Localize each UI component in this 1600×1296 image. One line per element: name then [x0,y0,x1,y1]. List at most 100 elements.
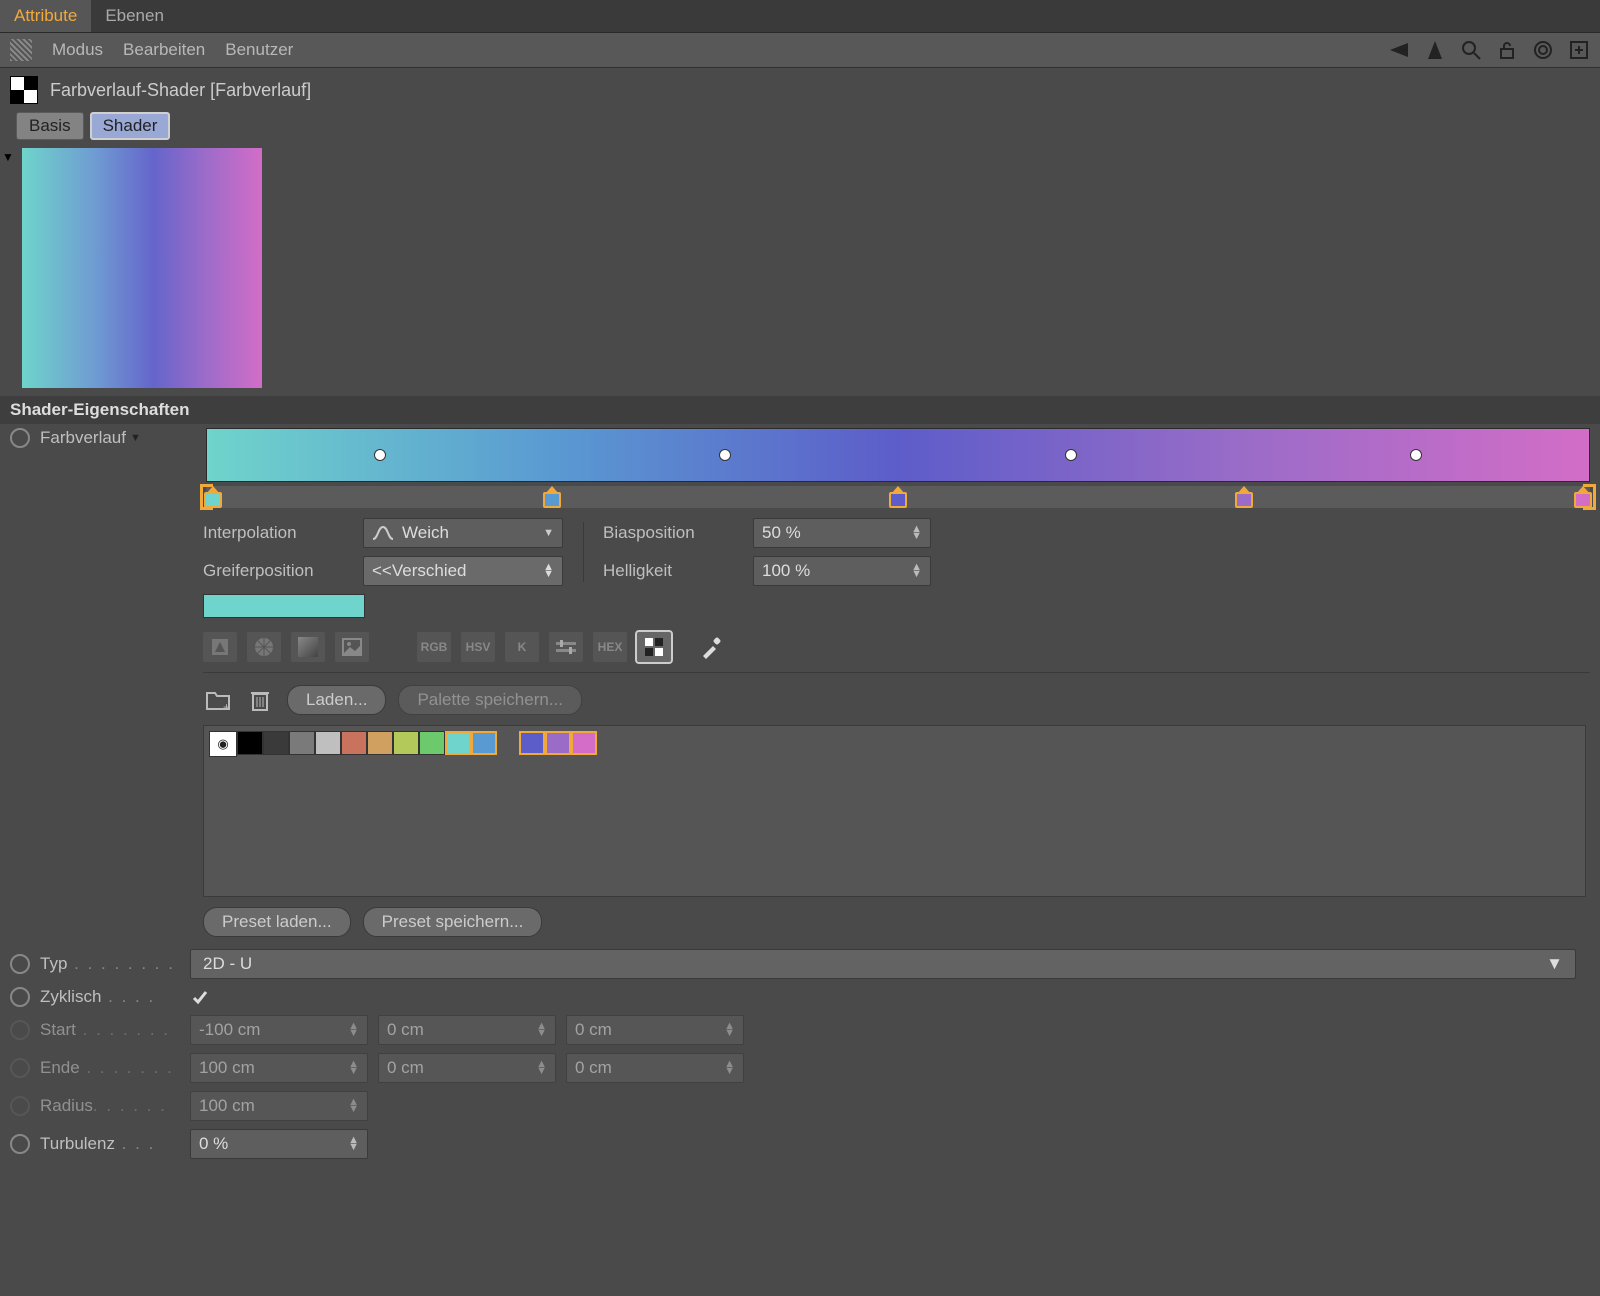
shader-type-icon [10,76,38,104]
dropdown-interpolation[interactable]: Weich ▼ [363,518,563,548]
helligkeit-value: 100 % [762,561,810,581]
palette-swatch[interactable] [445,731,471,755]
dropdown-typ[interactable]: 2D - U ▼ [190,949,1576,979]
gradient-knot[interactable] [1235,486,1253,508]
key-dot-typ[interactable] [10,954,30,974]
farbverlauf-disclosure[interactable]: ▼ [130,432,141,444]
gradient-midpoint[interactable] [1065,449,1077,461]
lock-icon[interactable] [1496,39,1518,61]
typ-value: 2D - U [203,954,252,974]
field-ende-y[interactable]: 0 cm▲▼ [378,1053,556,1083]
target-icon[interactable] [1532,39,1554,61]
label-start: Start . . . . . . . [40,1020,180,1040]
palette-swatch[interactable] [471,731,497,755]
gradient-midpoint[interactable] [1410,449,1422,461]
label-interpolation: Interpolation [203,523,363,543]
object-title: Farbverlauf-Shader [Farbverlauf] [50,80,311,101]
palette-swatch[interactable] [341,731,367,755]
attribute-toolbar: Modus Bearbeiten Benutzer [0,33,1600,68]
gradient-bar[interactable] [206,428,1590,482]
mode-image-icon[interactable] [335,632,369,662]
trash-icon[interactable] [245,685,275,715]
key-dot-farbverlauf[interactable] [10,428,30,448]
gradient-knot[interactable] [1574,486,1592,508]
greiferposition-value: <<Verschied [372,561,467,581]
palette-swatch[interactable] [571,731,597,755]
shader-preview[interactable] [22,148,262,388]
label-typ: Typ . . . . . . . . [40,954,180,974]
field-biasposition[interactable]: 50 % ▲▼ [753,518,931,548]
palette-box: ◉ [203,725,1586,897]
gradient-knot[interactable] [204,486,222,508]
palette-swatch[interactable] [519,731,545,755]
mode-swatches-icon[interactable] [637,632,671,662]
key-dot-zyklisch[interactable] [10,987,30,1007]
mode-swatch-icon[interactable] [291,632,325,662]
gradient-midpoint[interactable] [719,449,731,461]
field-helligkeit[interactable]: 100 % ▲▼ [753,556,931,586]
preview-disclosure[interactable]: ▼ [0,148,18,164]
menu-bearbeiten[interactable]: Bearbeiten [123,40,205,60]
mode-rgb[interactable]: RGB [417,632,451,662]
gradient-knot-track[interactable] [206,486,1590,508]
mode-wheel-icon[interactable] [247,632,281,662]
mode-mixer-icon[interactable] [549,632,583,662]
palette-swatch[interactable] [545,731,571,755]
field-start-y[interactable]: 0 cm▲▼ [378,1015,556,1045]
field-radius[interactable]: 100 cm▲▼ [190,1091,368,1121]
button-laden[interactable]: Laden... [287,685,386,715]
search-icon[interactable] [1460,39,1482,61]
label-farbverlauf: Farbverlauf [40,428,126,448]
gradient-knot[interactable] [543,486,561,508]
palette-swatch[interactable] [263,731,289,755]
label-zyklisch: Zyklisch . . . . [40,987,180,1007]
field-turbulenz[interactable]: 0 %▲▼ [190,1129,368,1159]
subtab-shader[interactable]: Shader [90,112,171,140]
tab-ebenen[interactable]: Ebenen [91,0,178,32]
nav-up-icon[interactable] [1424,39,1446,61]
menu-modus[interactable]: Modus [52,40,103,60]
palette-swatch[interactable] [367,731,393,755]
interpolation-value: Weich [402,523,449,543]
button-palette-speichern[interactable]: Palette speichern... [398,685,582,715]
mode-grid-icon[interactable] [10,39,32,61]
svg-text:+: + [223,700,230,711]
nav-back-icon[interactable] [1388,39,1410,61]
field-start-z[interactable]: 0 cm▲▼ [566,1015,744,1045]
biasposition-value: 50 % [762,523,801,543]
tab-attribute[interactable]: Attribute [0,0,91,32]
field-greiferposition[interactable]: <<Verschied ▲▼ [363,556,563,586]
eyedropper-icon[interactable] [697,632,727,662]
panel-tabs: Attribute Ebenen [0,0,1600,33]
key-dot-turbulenz[interactable] [10,1134,30,1154]
palette-swatch[interactable] [393,731,419,755]
label-ende: Ende . . . . . . . [40,1058,180,1078]
palette-swatch[interactable] [315,731,341,755]
mode-hex[interactable]: HEX [593,632,627,662]
subtab-basis[interactable]: Basis [16,112,84,140]
palette-swatch[interactable] [289,731,315,755]
current-knot-color[interactable] [203,594,365,618]
section-shader-properties: Shader-Eigenschaften [0,396,1600,424]
menu-benutzer[interactable]: Benutzer [225,40,293,60]
checkbox-zyklisch[interactable] [190,987,210,1007]
mode-spectrum-icon[interactable] [203,632,237,662]
field-start-x[interactable]: -100 cm▲▼ [190,1015,368,1045]
field-ende-z[interactable]: 0 cm▲▼ [566,1053,744,1083]
label-biasposition: Biasposition [603,523,753,543]
field-ende-x[interactable]: 100 cm▲▼ [190,1053,368,1083]
add-folder-icon[interactable]: + [203,685,233,715]
palette-swatch[interactable] [419,731,445,755]
new-window-icon[interactable] [1568,39,1590,61]
button-preset-laden[interactable]: Preset laden... [203,907,351,937]
key-dot-ende [10,1058,30,1078]
palette-screenshot-icon[interactable]: ◉ [209,731,237,757]
mode-k[interactable]: K [505,632,539,662]
button-preset-speichern[interactable]: Preset speichern... [363,907,543,937]
gradient-knot[interactable] [889,486,907,508]
gradient-midpoint[interactable] [374,449,386,461]
palette-swatch[interactable] [237,731,263,755]
key-dot-radius [10,1096,30,1116]
mode-hsv[interactable]: HSV [461,632,495,662]
color-picker-mode-strip: RGB HSV K HEX [203,632,1600,672]
